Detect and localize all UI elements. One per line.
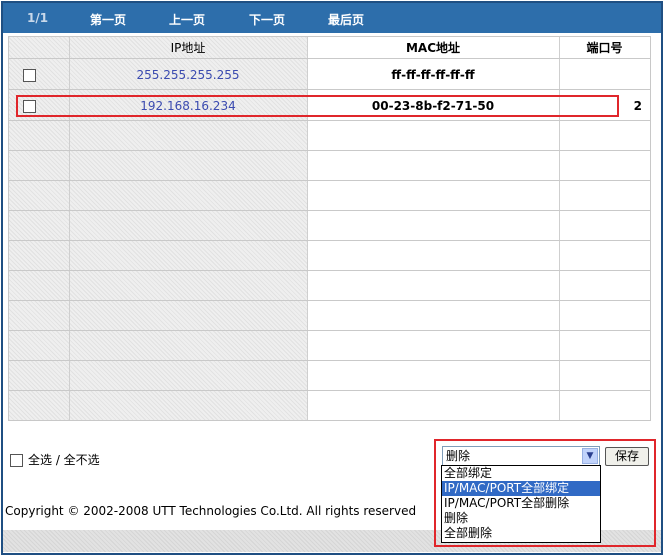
copyright-text: Copyright © 2002-2008 UTT Technologies C… xyxy=(5,504,417,518)
select-all-label: 全选 / 全不选 xyxy=(28,453,100,467)
empty-row xyxy=(9,391,650,421)
header-port: 端口号 xyxy=(586,41,623,55)
table-row: 255.255.255.255 ff-ff-ff-ff-ff-ff xyxy=(9,60,650,90)
row-port: 2 xyxy=(633,99,642,113)
empty-row xyxy=(9,331,650,361)
select-all-control[interactable]: 全选 / 全不选 xyxy=(10,451,100,468)
empty-row xyxy=(9,301,650,331)
dropdown-option[interactable]: 全部删除 xyxy=(442,526,600,541)
row-ip: 192.168.16.234 xyxy=(140,99,236,113)
header-ip: IP地址 xyxy=(170,41,206,55)
empty-row xyxy=(9,121,650,151)
dropdown-option[interactable]: 全部绑定 xyxy=(442,466,600,481)
prev-page-link[interactable]: 上一页 xyxy=(169,11,205,28)
table-header: IP地址 MAC地址 端口号 xyxy=(9,37,650,59)
row-checkbox-cell xyxy=(9,60,49,90)
save-button[interactable]: 保存 xyxy=(605,447,649,466)
action-select-value: 删除 xyxy=(446,449,471,463)
row-mac: 00-23-8b-f2-71-50 xyxy=(371,99,495,113)
empty-row xyxy=(9,181,650,211)
dropdown-option[interactable]: IP/MAC/PORT全部删除 xyxy=(442,496,600,511)
row-mac: ff-ff-ff-ff-ff-ff xyxy=(391,68,475,82)
row-checkbox[interactable] xyxy=(22,69,36,82)
empty-row xyxy=(9,211,650,241)
row-checkbox[interactable] xyxy=(22,100,36,113)
pagination-bar: 1/1 第一页 上一页 下一页 最后页 xyxy=(3,3,661,33)
empty-row xyxy=(9,271,650,301)
row-port xyxy=(559,60,650,90)
page-indicator: 1/1 xyxy=(27,11,49,25)
next-page-link[interactable]: 下一页 xyxy=(249,11,285,28)
row-ip: 255.255.255.255 xyxy=(136,68,240,82)
header-mac: MAC地址 xyxy=(405,41,461,55)
last-page-link[interactable]: 最后页 xyxy=(328,11,364,28)
binding-table: IP地址 MAC地址 端口号 255.255.255.255 ff-ff-ff-… xyxy=(8,36,651,421)
first-page-link[interactable]: 第一页 xyxy=(90,11,126,28)
dropdown-option[interactable]: 删除 xyxy=(442,511,600,526)
dropdown-option-highlighted[interactable]: IP/MAC/PORT全部绑定 xyxy=(442,481,600,496)
empty-row xyxy=(9,361,650,391)
empty-row xyxy=(9,151,650,181)
action-dropdown-list: 全部绑定 IP/MAC/PORT全部绑定 IP/MAC/PORT全部删除 删除 … xyxy=(441,465,601,543)
select-all-checkbox[interactable] xyxy=(10,454,23,467)
action-select[interactable]: 删除 ▼ xyxy=(442,446,600,466)
empty-row xyxy=(9,241,650,271)
table-row: 192.168.16.234 00-23-8b-f2-71-50 2 xyxy=(9,91,650,121)
chevron-down-icon[interactable]: ▼ xyxy=(582,448,598,464)
row-checkbox-cell xyxy=(9,91,49,121)
